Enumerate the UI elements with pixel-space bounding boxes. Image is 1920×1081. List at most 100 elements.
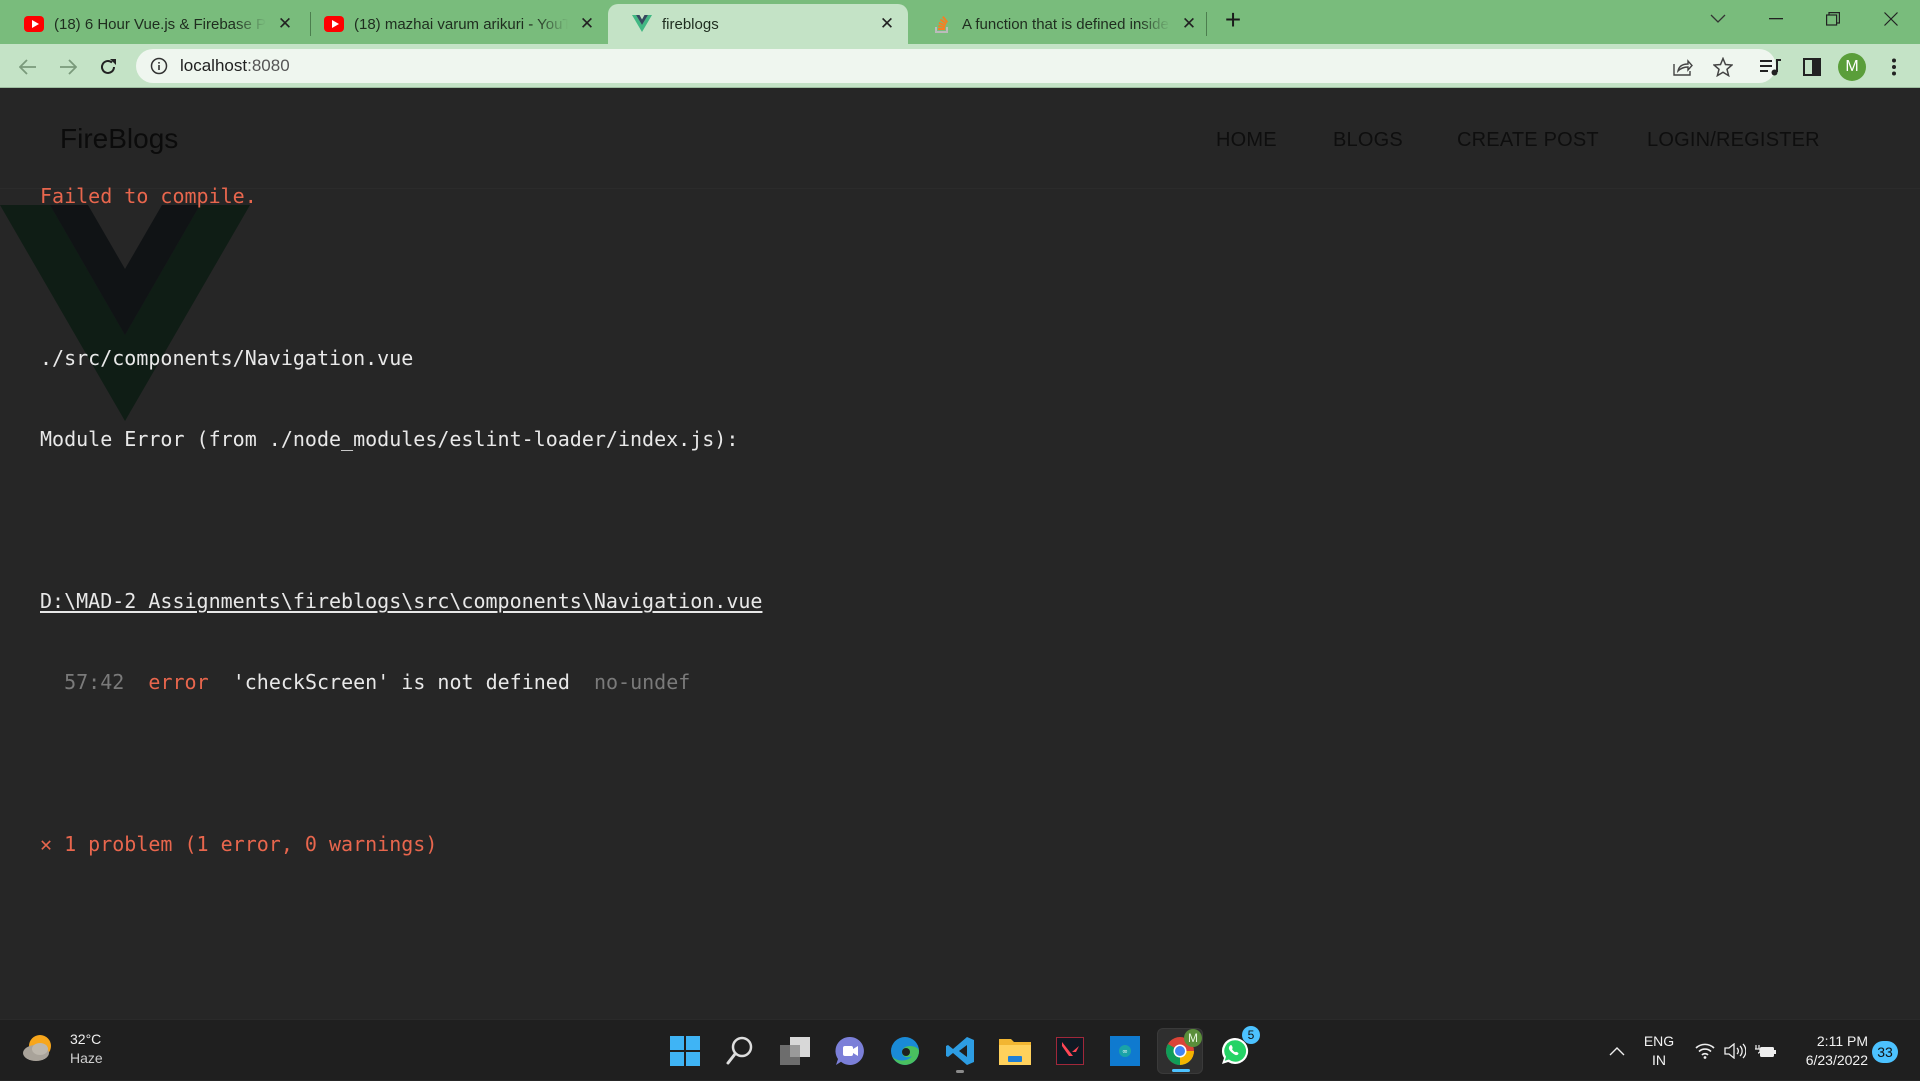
side-panel-icon (1803, 58, 1821, 76)
close-tab-icon[interactable]: ✕ (274, 13, 296, 35)
more-vertical-icon (1892, 58, 1896, 76)
minimize-button[interactable] (1756, 4, 1796, 34)
compile-error-overlay: Failed to compile. ./src/components/Navi… (40, 129, 762, 912)
taskbar-edge[interactable] (882, 1028, 928, 1074)
reload-button[interactable] (92, 51, 124, 83)
nav-blogs[interactable]: BLOGS (1333, 129, 1403, 152)
browser-menu-button[interactable] (1882, 55, 1906, 79)
windows-start-icon (670, 1036, 700, 1066)
error-detail-row: 57:42 error 'checkScreen' is not defined… (40, 669, 762, 696)
clock-date: 6/23/2022 (1805, 1051, 1868, 1068)
tab-search-button[interactable] (1698, 4, 1738, 34)
taskbar-teams-chat[interactable] (827, 1028, 873, 1074)
youtube-icon (324, 14, 344, 34)
clock[interactable]: 2:11 PM 6/23/2022 (1792, 1020, 1868, 1081)
task-view-button[interactable] (772, 1028, 818, 1074)
url-text: localhost:8080 (180, 56, 290, 75)
wifi-icon (1695, 1043, 1715, 1059)
restore-button[interactable] (1813, 4, 1853, 34)
browser-toolbar: localhost:8080 M (0, 44, 1920, 88)
windows-taskbar: 32°C Haze ∞ M 5 ENG IN 2:11 PM 6/23/2022… (0, 1019, 1920, 1080)
nav-home[interactable]: HOME (1216, 129, 1277, 152)
chrome-profile-badge: M (1184, 1029, 1202, 1047)
taskbar-search-button[interactable] (717, 1028, 763, 1074)
error-file-path-link[interactable]: D:\MAD-2 Assignments\fireblogs\src\compo… (40, 588, 762, 615)
back-button[interactable] (12, 51, 44, 83)
nav-login-register[interactable]: LOGIN/REGISTER (1647, 129, 1820, 152)
close-window-button[interactable] (1871, 4, 1911, 34)
show-hidden-icons-button[interactable] (1604, 1020, 1630, 1081)
close-icon (1884, 12, 1898, 26)
taskbar-chrome[interactable]: M (1157, 1028, 1203, 1074)
new-tab-button[interactable]: + (1220, 6, 1246, 36)
weather-temperature: 32°C (70, 1031, 102, 1047)
chevron-up-icon (1609, 1046, 1625, 1055)
profile-avatar[interactable]: M (1838, 53, 1866, 81)
error-message: 'checkScreen' is not defined (232, 670, 570, 694)
media-control-button[interactable] (1759, 55, 1783, 79)
tab-separator (1206, 12, 1207, 36)
close-tab-icon[interactable]: ✕ (876, 13, 898, 35)
error-x-icon: ✕ (40, 832, 53, 856)
arduino-icon: ∞ (1110, 1036, 1140, 1066)
start-button[interactable] (662, 1028, 708, 1074)
weather-condition: Haze (70, 1050, 103, 1066)
tab-youtube-mazhai[interactable]: (18) mazhai varum arikuri - YouTube ✕ (300, 4, 608, 44)
close-tab-icon[interactable]: ✕ (1178, 13, 1200, 35)
search-icon (726, 1036, 753, 1065)
star-icon (1713, 57, 1733, 77)
tab-youtube-vue-course[interactable]: (18) 6 Hour Vue.js & Firebase Project ✕ (0, 4, 306, 44)
tab-title: fireblogs (662, 15, 719, 33)
arrow-right-icon (60, 59, 77, 75)
error-heading: Failed to compile. (40, 184, 257, 208)
vue-icon (632, 14, 652, 34)
restore-icon (1826, 12, 1840, 26)
notification-count-badge[interactable]: 33 (1872, 1041, 1898, 1063)
page-viewport: FireBlogs HOME BLOGS CREATE POST LOGIN/R… (0, 89, 1920, 1019)
share-button[interactable] (1672, 56, 1694, 78)
nav-create-post[interactable]: CREATE POST (1457, 129, 1599, 152)
tab-title: A function that is defined inside the (962, 15, 1170, 33)
taskbar-valorant[interactable] (1047, 1028, 1093, 1074)
close-tab-icon[interactable]: ✕ (576, 13, 598, 35)
browser-tab-strip: (18) 6 Hour Vue.js & Firebase Project ✕ … (0, 0, 1920, 44)
tab-stackoverflow[interactable]: A function that is defined inside the ✕ (908, 4, 1210, 44)
input-language-button[interactable]: ENG IN (1642, 1020, 1676, 1081)
taskbar-file-explorer[interactable] (992, 1028, 1038, 1074)
weather-widget[interactable]: 32°C Haze (22, 1030, 103, 1068)
error-file: ./src/components/Navigation.vue (40, 346, 414, 370)
taskbar-vscode[interactable] (937, 1028, 983, 1074)
taskbar-whatsapp[interactable]: 5 (1212, 1026, 1260, 1074)
error-location: 57:42 (64, 670, 125, 694)
chevron-down-icon (1710, 14, 1726, 23)
task-view-icon (780, 1037, 810, 1065)
share-icon (1673, 59, 1693, 76)
arrow-left-icon (19, 59, 36, 75)
reload-icon (101, 59, 116, 74)
wifi-status[interactable] (1694, 1020, 1716, 1081)
tab-title: (18) mazhai varum arikuri - YouTube (354, 15, 568, 33)
tab-title: (18) 6 Hour Vue.js & Firebase Project (54, 15, 266, 33)
teams-chat-icon (835, 1036, 864, 1065)
taskbar-arduino[interactable]: ∞ (1102, 1028, 1148, 1074)
volume-icon (1724, 1042, 1746, 1059)
volume-status[interactable] (1724, 1020, 1746, 1081)
whatsapp-unread-badge: 5 (1242, 1026, 1260, 1044)
battery-status[interactable] (1754, 1020, 1778, 1081)
forward-button[interactable] (52, 51, 84, 83)
tab-fireblogs[interactable]: fireblogs ✕ (608, 4, 908, 44)
site-info-icon[interactable] (150, 57, 168, 75)
svg-text:∞: ∞ (1122, 1048, 1128, 1056)
vscode-icon (946, 1037, 974, 1065)
battery-charging-icon (1755, 1044, 1776, 1057)
problem-summary: ✕ 1 problem (1 error, 0 warnings) (40, 832, 438, 856)
module-error-text: Module Error (from ./node_modules/eslint… (40, 427, 739, 451)
bookmark-button[interactable] (1712, 56, 1734, 78)
eslint-rule: no-undef (593, 670, 691, 694)
edge-icon (891, 1037, 919, 1065)
youtube-icon (24, 14, 44, 34)
side-panel-button[interactable] (1800, 55, 1824, 79)
address-bar[interactable]: localhost:8080 (136, 49, 1776, 83)
weather-haze-icon (22, 1033, 54, 1065)
error-severity: error (148, 670, 209, 694)
